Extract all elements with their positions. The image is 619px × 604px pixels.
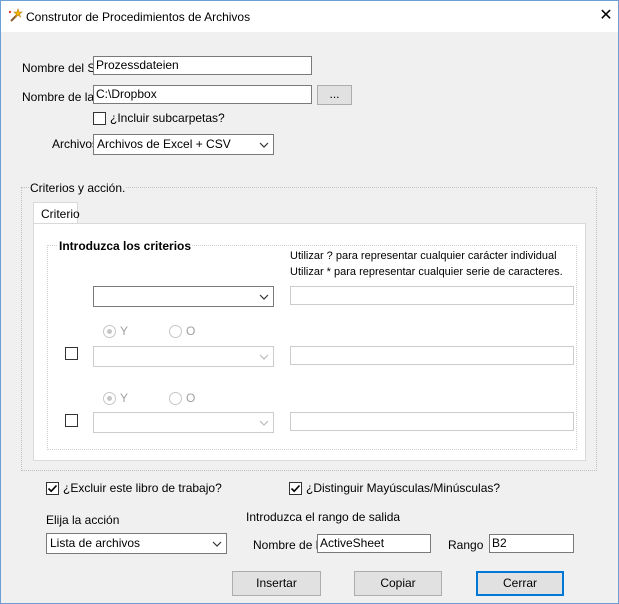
hint-asterisk: Utilizar * para representar cualquier se… — [290, 266, 563, 278]
chevron-down-icon — [257, 135, 271, 154]
row3-radio-y[interactable] — [103, 392, 116, 405]
criteria-row3-select[interactable] — [93, 412, 274, 433]
criteria-row3-input[interactable] — [290, 412, 574, 431]
criteria-row2-checkbox[interactable] — [65, 347, 78, 360]
chevron-down-icon — [257, 413, 271, 432]
criteria-row2-input[interactable] — [290, 346, 574, 365]
window-title: Construtor de Procedimientos de Archivos — [26, 10, 251, 24]
row3-radio-o-label: O — [186, 391, 196, 405]
browse-button[interactable]: ... — [317, 85, 352, 105]
archivos-select[interactable]: Archivos de Excel + CSV — [93, 134, 274, 155]
archivos-label: Archivos — [52, 137, 99, 151]
copiar-button[interactable]: Copiar — [354, 571, 442, 596]
excluir-libro-checkbox[interactable] — [46, 482, 59, 495]
title-bar: Construtor de Procedimientos de Archivos… — [1, 1, 618, 32]
rango-label: Rango — [448, 538, 484, 552]
tab-criterio-label: Criterio — [41, 207, 80, 221]
chevron-down-icon — [257, 287, 271, 306]
row2-radio-o[interactable] — [169, 325, 182, 338]
rango-input[interactable]: B2 — [489, 534, 574, 553]
nombre-sub-input[interactable]: Prozessdateien — [93, 56, 312, 75]
insertar-button[interactable]: Insertar — [232, 571, 321, 596]
criterios-group-label: Criterios y acción. — [29, 181, 127, 195]
archivos-select-value: Archivos de Excel + CSV — [97, 137, 231, 151]
distinguir-mayusculas-label: ¿Distinguir Mayúsculas/Minúsculas? — [306, 481, 501, 495]
nombre-hoja-label: Nombre de la — [253, 538, 317, 552]
criteria-row2-select[interactable] — [93, 346, 274, 367]
checkmark-icon — [47, 484, 58, 493]
nombre-carpeta-input[interactable]: C:\Dropbox — [93, 85, 312, 104]
checkmark-icon — [290, 484, 301, 493]
chevron-down-icon — [257, 347, 271, 366]
distinguir-mayusculas-checkbox[interactable] — [289, 482, 302, 495]
row2-radio-y-label: Y — [120, 324, 129, 338]
tab-criterio[interactable]: Criterio — [33, 202, 80, 224]
incluir-subcarpetas-checkbox[interactable] — [93, 112, 106, 125]
wand-icon — [7, 8, 23, 24]
hint-question-mark: Utilizar ? para representar cualquier ca… — [290, 250, 557, 262]
accion-select-value: Lista de archivos — [50, 536, 141, 550]
row3-radio-y-label: Y — [120, 391, 129, 405]
cerrar-button[interactable]: Cerrar — [476, 571, 564, 596]
incluir-subcarpetas-label: ¿Incluir subcarpetas? — [110, 111, 225, 125]
dialog-window: Construtor de Procedimientos de Archivos… — [0, 0, 619, 604]
nombre-carpeta-label: Nombre de la c — [22, 90, 93, 104]
accion-select[interactable]: Lista de archivos — [46, 533, 227, 554]
radio-dot — [107, 329, 112, 334]
nombre-hoja-input[interactable]: ActiveSheet — [317, 534, 431, 553]
criteria-row1-input[interactable] — [290, 286, 574, 305]
criteria-row3-checkbox[interactable] — [65, 414, 78, 427]
nombre-sub-label: Nombre del Su — [22, 61, 93, 75]
criteria-row1-select[interactable] — [93, 286, 274, 307]
rango-salida-heading: Introduzca el rango de salida — [246, 510, 401, 524]
elija-accion-label: Elija la acción — [46, 513, 120, 527]
criterios-heading: Introduzca los criterios — [58, 239, 193, 253]
row3-radio-o[interactable] — [169, 392, 182, 405]
close-icon[interactable]: ✕ — [593, 5, 619, 27]
row2-radio-o-label: O — [186, 324, 196, 338]
radio-dot — [107, 396, 112, 401]
row2-radio-y[interactable] — [103, 325, 116, 338]
chevron-down-icon — [210, 534, 224, 553]
excluir-libro-label: ¿Excluir este libro de trabajo? — [63, 481, 222, 495]
